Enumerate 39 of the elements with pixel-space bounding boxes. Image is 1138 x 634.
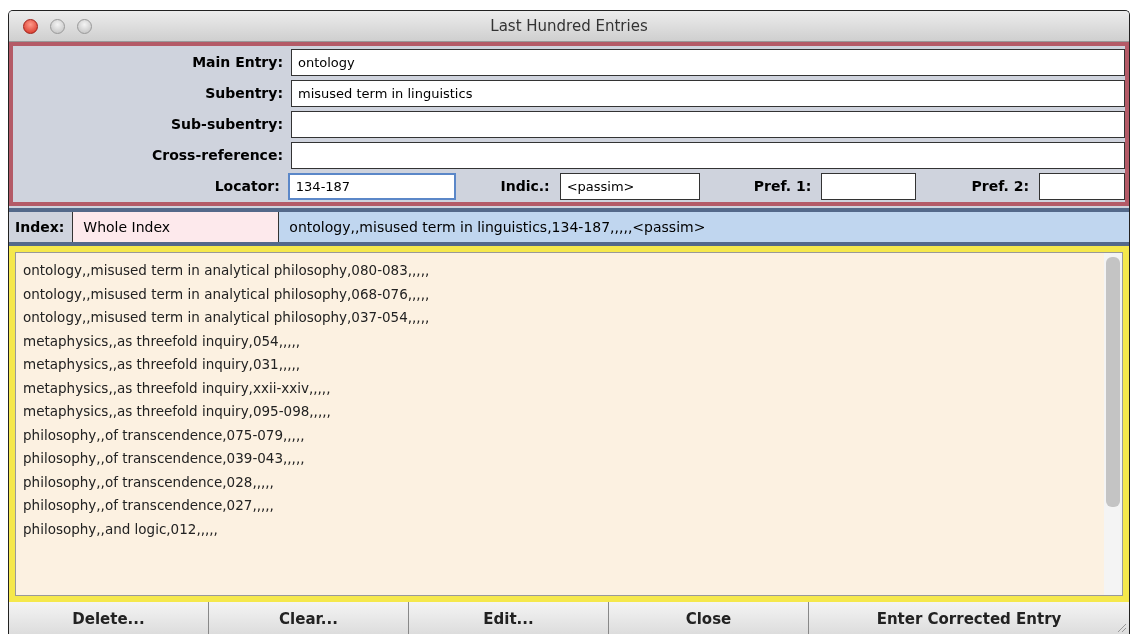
action-button[interactable]: Enter Corrected Entry [809, 602, 1129, 634]
list-item[interactable]: philosophy,,of transcendence,027,,,,, [23, 494, 1104, 518]
list-item[interactable]: metaphysics,,as threefold inquiry,095-098,,,,, [23, 400, 1104, 424]
list-item[interactable]: philosophy,,of transcendence,028,,,,, [23, 470, 1104, 494]
list-item[interactable]: ontology,,misused term in analytical philosophy,080-083,,,,, [23, 259, 1104, 283]
prefix-field[interactable] [821, 172, 917, 200]
entry-preview: ontology,,misused term in linguistics,134-187,,,,,<passim> [288, 218, 707, 237]
field-label: Subentry: [204, 85, 284, 101]
field-label: Pref. 2: [970, 178, 1030, 194]
field-label: Main Entry: [191, 54, 284, 70]
list-item[interactable]: philosophy,,of transcendence,039-043,,,,, [23, 447, 1104, 471]
list-item[interactable]: metaphysics,,as threefold inquiry,031,,,,, [23, 353, 1104, 377]
index-label: Index: [9, 212, 74, 242]
list-item[interactable]: metaphysics,,as threefold inquiry,054,,,,, [23, 329, 1104, 353]
list-item[interactable]: metaphysics,,as threefold inquiry,xxii-xxiv,,,,, [23, 376, 1104, 400]
action-button[interactable]: Edit... [409, 602, 609, 634]
field-label: Sub-subentry: [170, 116, 284, 132]
prefix-field[interactable] [1039, 172, 1125, 200]
text-field[interactable]: ontology [291, 48, 1125, 76]
field-label: Cross-reference: [150, 147, 284, 163]
action-button[interactable]: Delete... [9, 602, 209, 634]
field-label: Indic.: [499, 178, 551, 194]
index-selector[interactable]: Whole Index [73, 212, 280, 242]
list-item[interactable]: philosophy,,and logic,012,,,,, [23, 517, 1104, 541]
indicator-field[interactable]: <passim> [559, 172, 700, 200]
field-label: Pref. 1: [752, 178, 813, 194]
close-icon[interactable] [23, 18, 38, 34]
list-item[interactable]: ontology,,misused term in analytical philosophy,037-054,,,,, [23, 306, 1104, 330]
list-item[interactable]: ontology,,misused term in analytical philosophy,068-076,,,,, [23, 282, 1104, 306]
scrollbar[interactable] [1104, 253, 1122, 595]
text-field[interactable]: misused term in linguistics [291, 79, 1125, 107]
field-label: Locator: [213, 178, 281, 194]
action-button[interactable]: Close [609, 602, 809, 634]
list-item[interactable]: philosophy,,of transcendence,075-079,,,,, [23, 423, 1104, 447]
resize-grip-icon[interactable] [1117, 623, 1127, 633]
locator-field[interactable]: 134-187 [287, 172, 456, 200]
action-button[interactable]: Clear... [209, 602, 409, 634]
scroll-thumb[interactable] [1106, 257, 1120, 507]
window-title: Last Hundred Entries [490, 17, 648, 35]
